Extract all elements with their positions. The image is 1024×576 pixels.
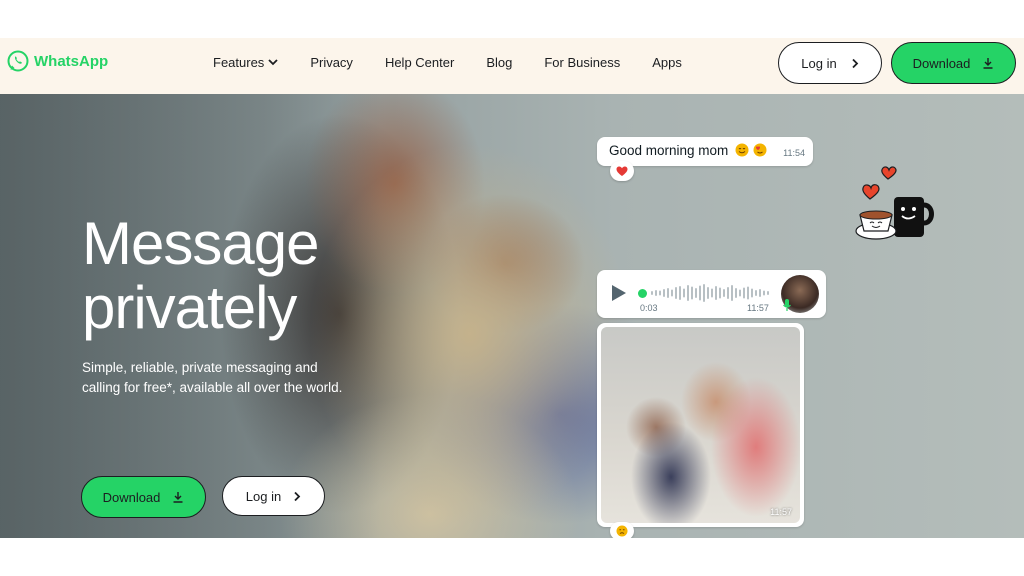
waveform-bar [751, 288, 753, 298]
play-icon[interactable] [611, 284, 627, 302]
nav-link-blog-label: Blog [486, 54, 513, 70]
nav-login-button[interactable]: Log in [778, 42, 882, 84]
voice-time: 11:57 [747, 303, 769, 313]
nav-link-for-business-label: For Business [544, 54, 621, 70]
photo-reaction [610, 522, 634, 538]
waveform-bar [679, 286, 681, 300]
chevron-down-icon [268, 59, 278, 66]
hero-title: Message privately [82, 212, 382, 340]
waveform-bar [651, 291, 653, 295]
chevron-right-icon [852, 58, 858, 68]
waveform-bar [723, 289, 725, 297]
nav-link-privacy-label: Privacy [310, 54, 353, 70]
chat-bubble-photo-message: 11:57 [597, 323, 804, 527]
mic-icon [783, 299, 791, 311]
chat-message-time: 11:54 [783, 148, 805, 158]
waveform-bar [755, 290, 757, 296]
primary-nav-links: Features Privacy Help Center Blog For Bu… [213, 38, 682, 86]
nav-link-features-label: Features [213, 54, 265, 70]
waveform-bar [683, 288, 685, 298]
nav-link-privacy[interactable]: Privacy [310, 55, 353, 70]
nav-link-help-center-label: Help Center [384, 54, 455, 70]
nav-download-label: Download [912, 55, 971, 71]
waveform-bar [715, 286, 717, 300]
hero-subtitle: Simple, reliable, private messaging and … [82, 360, 343, 395]
waveform-bar [671, 289, 673, 297]
waveform-bar [699, 285, 701, 301]
nav-download-button[interactable]: Download [891, 42, 1016, 84]
waveform-bar [703, 284, 705, 302]
nav-link-help-center[interactable]: Help Center [385, 55, 454, 70]
waveform-bar [695, 288, 697, 298]
chat-message-body: Good morning mom [609, 143, 729, 158]
waveform-bar [731, 285, 733, 301]
whatsapp-logo[interactable]: WhatsApp [6, 49, 108, 73]
crying-emoji-icon [616, 525, 628, 537]
hero-download-button[interactable]: Download [81, 476, 206, 518]
hero-title-line-1: Message [82, 210, 319, 277]
waveform-bar [667, 288, 669, 298]
waveform-bar [747, 286, 749, 300]
nav-link-blog[interactable]: Blog [486, 55, 512, 70]
heart-icon [616, 166, 628, 176]
nav-login-label: Log in [801, 55, 837, 71]
message-reaction [610, 161, 634, 181]
download-icon [173, 492, 183, 503]
photo-message-time: 11:57 [770, 507, 792, 517]
waveform-bar [763, 290, 765, 296]
hero-section: Message privately Simple, reliable, priv… [0, 94, 1024, 538]
waveform-bar [767, 291, 769, 295]
waveform-bar [739, 289, 741, 297]
hero-login-button[interactable]: Log in [222, 476, 325, 516]
waveform-bar [663, 289, 665, 297]
shared-photo[interactable]: 11:57 [601, 327, 800, 523]
hero-title-line-2: privately [82, 274, 297, 341]
waveform-bar [759, 289, 761, 297]
waveform-bar [719, 287, 721, 299]
hearts-emoji-icon [753, 143, 767, 157]
nav-link-apps[interactable]: Apps [652, 55, 682, 70]
nav-link-apps-label: Apps [652, 54, 682, 70]
voice-duration: 0:03 [640, 303, 658, 313]
nav-link-features[interactable]: Features [213, 55, 278, 70]
nav-link-for-business[interactable]: For Business [544, 55, 620, 70]
waveform-bar [655, 290, 657, 296]
whatsapp-homepage: WhatsApp Features Privacy Help Center Bl… [0, 38, 1024, 538]
waveform-bar [687, 285, 689, 301]
waveform-bar [707, 287, 709, 299]
waveform-bar [675, 287, 677, 299]
chat-bubble-voice-note: 0:03 11:57 [597, 270, 826, 318]
hero-download-label: Download [102, 489, 161, 505]
chevron-right-icon [294, 491, 301, 501]
chat-message-text: Good morning mom [609, 143, 767, 158]
top-navigation-bar: WhatsApp Features Privacy Help Center Bl… [0, 38, 1024, 94]
waveform-bar [711, 288, 713, 298]
coffee-sticker-icon [855, 166, 934, 240]
waveform-bar [735, 288, 737, 298]
waveform-bar [743, 287, 745, 299]
voice-waveform [651, 284, 769, 302]
whatsapp-logo-icon [7, 50, 29, 72]
waveform-bar [691, 286, 693, 300]
smiling-emoji-icon [735, 143, 749, 157]
download-icon [983, 58, 993, 69]
brand-name: WhatsApp [34, 52, 109, 70]
waveform-bar [659, 290, 661, 296]
voice-playhead[interactable] [638, 289, 647, 298]
hero-login-label: Log in [245, 488, 282, 504]
waveform-bar [727, 287, 729, 299]
